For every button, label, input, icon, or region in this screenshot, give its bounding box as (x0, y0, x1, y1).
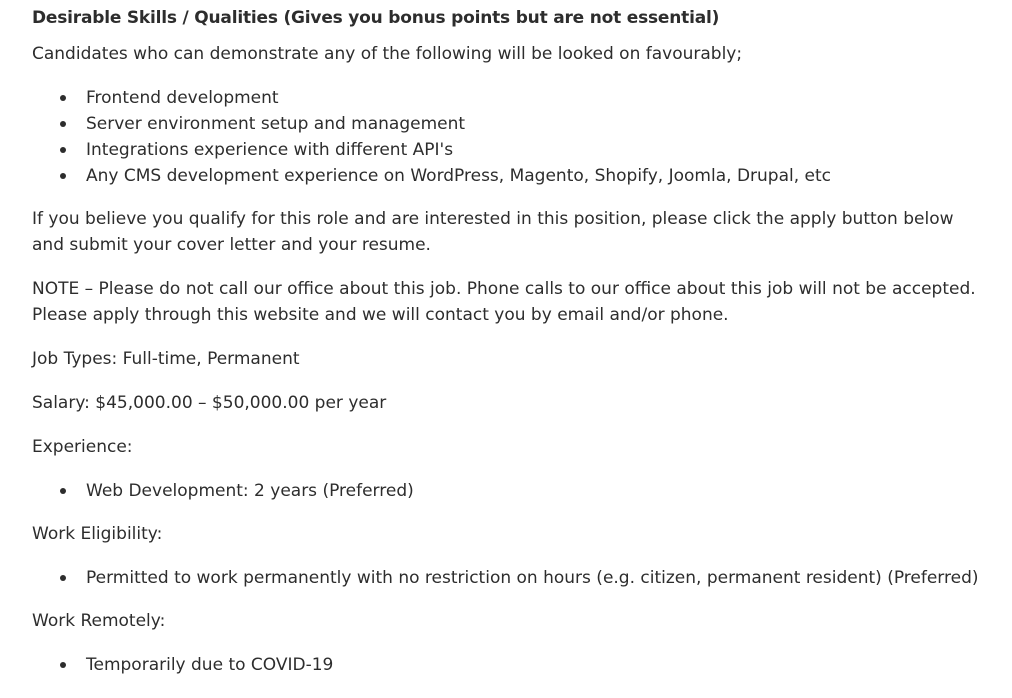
work-remotely-list: Temporarily due to COVID-19 (32, 652, 980, 678)
list-item: Integrations experience with different A… (60, 137, 980, 163)
list-item: Frontend development (60, 85, 980, 111)
desirable-skills-heading: Desirable Skills / Qualities (Gives you … (32, 8, 720, 28)
list-item: Any CMS development experience on WordPr… (60, 163, 980, 189)
desirable-intro: Candidates who can demonstrate any of th… (32, 44, 743, 64)
list-item: Temporarily due to COVID-19 (60, 652, 980, 678)
work-eligibility-list: Permitted to work permanently with no re… (32, 565, 980, 591)
job-types: Job Types: Full-time, Permanent (32, 349, 300, 369)
job-description: Desirable Skills / Qualities (Gives you … (0, 0, 1012, 678)
list-item: Web Development: 2 years (Preferred) (60, 478, 980, 504)
experience-label: Experience: (32, 437, 133, 457)
work-eligibility-label: Work Eligibility: (32, 524, 163, 544)
desirable-skills-list: Frontend development Server environment … (32, 85, 980, 189)
apply-instructions: If you believe you qualify for this role… (32, 209, 954, 255)
list-item: Permitted to work permanently with no re… (60, 565, 980, 591)
list-item: Server environment setup and management (60, 111, 980, 137)
no-calls-note: NOTE – Please do not call our office abo… (32, 279, 976, 325)
salary: Salary: $45,000.00 – $50,000.00 per year (32, 393, 387, 413)
work-remotely-label: Work Remotely: (32, 611, 166, 631)
experience-list: Web Development: 2 years (Preferred) (32, 478, 980, 504)
